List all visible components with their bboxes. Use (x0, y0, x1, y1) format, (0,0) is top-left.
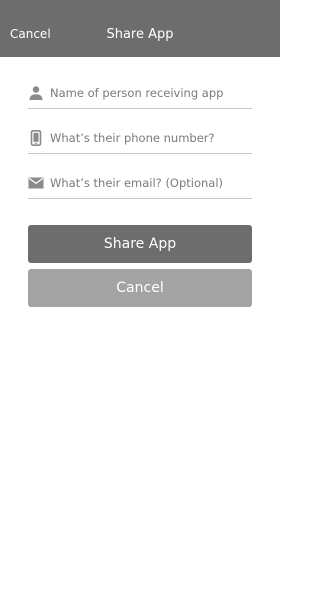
phone-number-input[interactable] (50, 123, 250, 153)
share-app-button[interactable]: Share App (28, 225, 252, 263)
person-icon (29, 86, 43, 100)
email-field-row (28, 168, 252, 199)
email-input[interactable] (50, 168, 250, 198)
page-title: Share App (106, 27, 174, 42)
phone-icon (30, 130, 42, 146)
cancel-button[interactable]: Cancel (28, 269, 252, 307)
top-bar: Cancel Share App (0, 0, 280, 57)
recipient-name-input[interactable] (50, 78, 250, 108)
phone-field-row (28, 123, 252, 154)
name-field-row (28, 78, 252, 109)
mail-icon (28, 177, 44, 189)
